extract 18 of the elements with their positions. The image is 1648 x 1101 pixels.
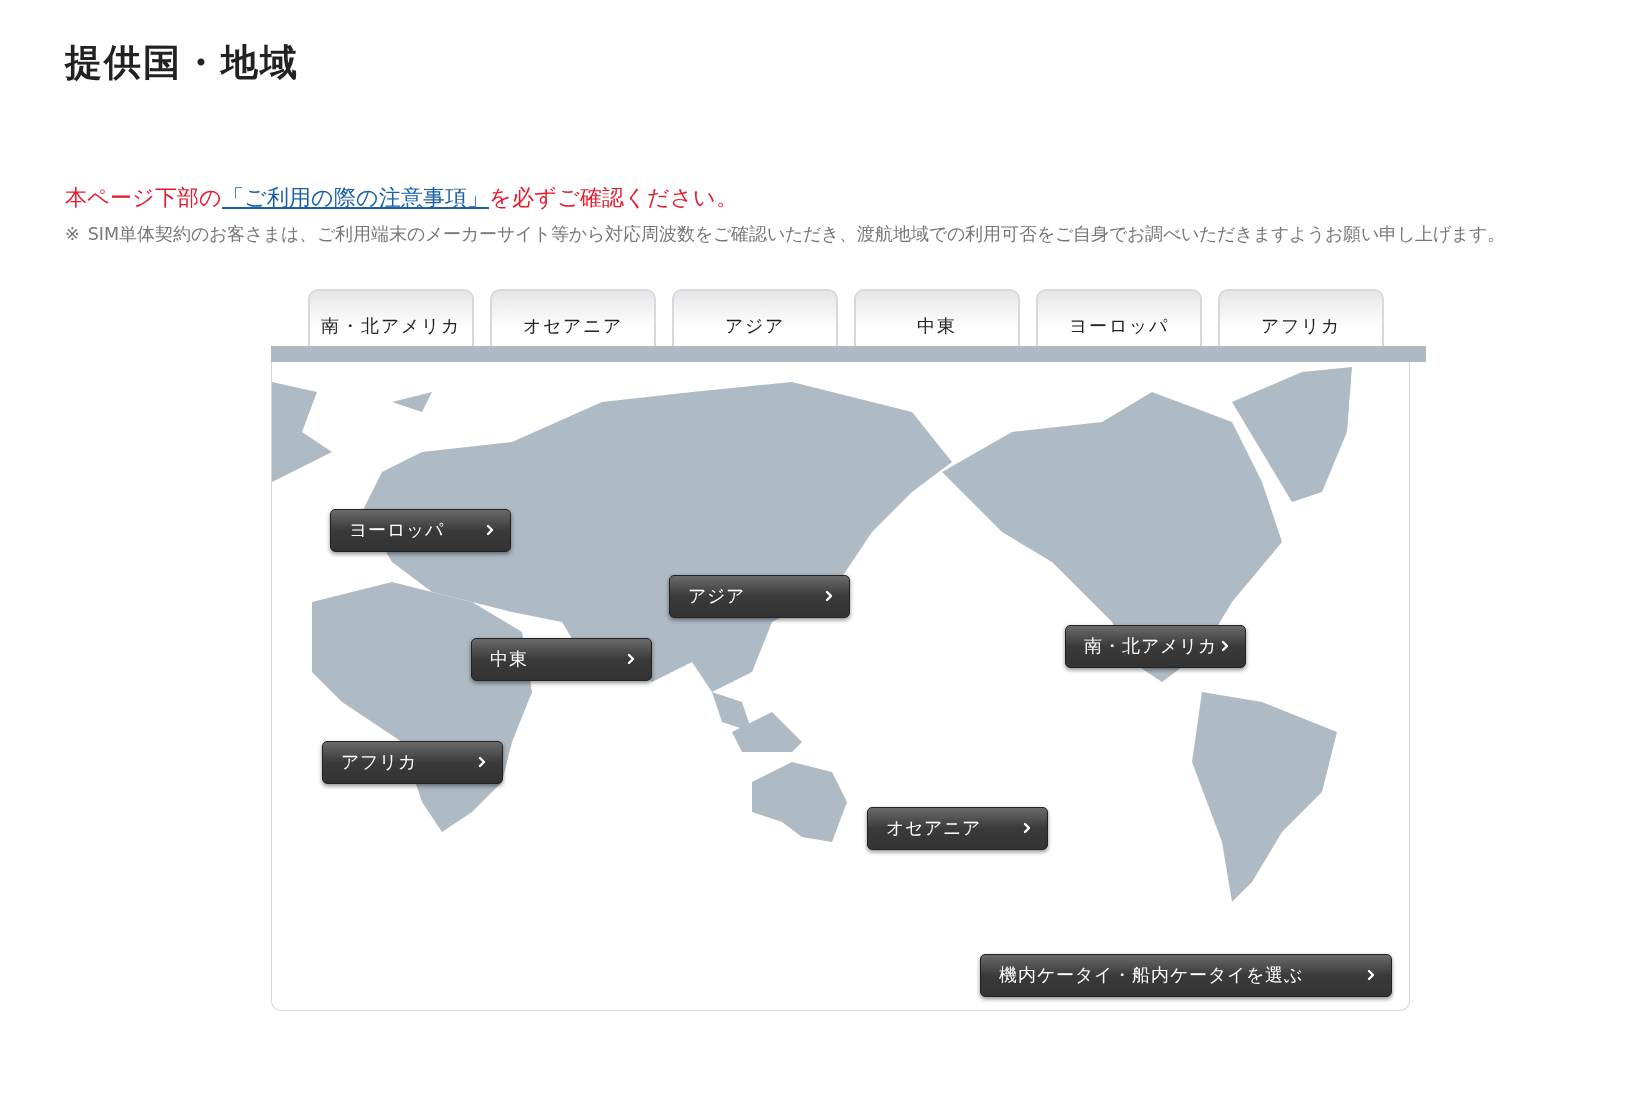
region-button[interactable]: 南・北アメリカ	[1065, 624, 1246, 668]
notice-link[interactable]: 「ご利用の際の注意事項」	[222, 185, 489, 210]
note-text: SIM単体契約のお客さまは、ご利用端末のメーカーサイト等から対応周波数をご確認いただき、渡航地域での利用可否をご自身でお調べいただきますようお願い申し上げます。	[87, 223, 1506, 246]
inflight-button[interactable]: 機内ケータイ・船内ケータイを選ぶ	[980, 953, 1392, 997]
notice-text: 本ページ下部の「ご利用の際の注意事項」を必ずご確認ください。	[65, 184, 739, 212]
region-button[interactable]: オセアニア	[867, 806, 1048, 850]
region-button[interactable]: 中東	[471, 637, 652, 681]
note-mark: ※	[65, 223, 80, 246]
region-tab[interactable]: ヨーロッパ	[1036, 288, 1202, 346]
region-tab[interactable]: アフリカ	[1218, 288, 1384, 346]
page-title: 提供国・地域	[65, 40, 300, 86]
region-button[interactable]: アジア	[669, 574, 850, 618]
region-tab[interactable]: オセアニア	[490, 288, 656, 346]
region-button[interactable]: アフリカ	[322, 740, 503, 784]
region-tab[interactable]: 中東	[854, 288, 1020, 346]
region-tab[interactable]: アジア	[672, 288, 838, 346]
region-tab[interactable]: 南・北アメリカ	[308, 288, 474, 346]
region-button[interactable]: ヨーロッパ	[330, 508, 511, 552]
